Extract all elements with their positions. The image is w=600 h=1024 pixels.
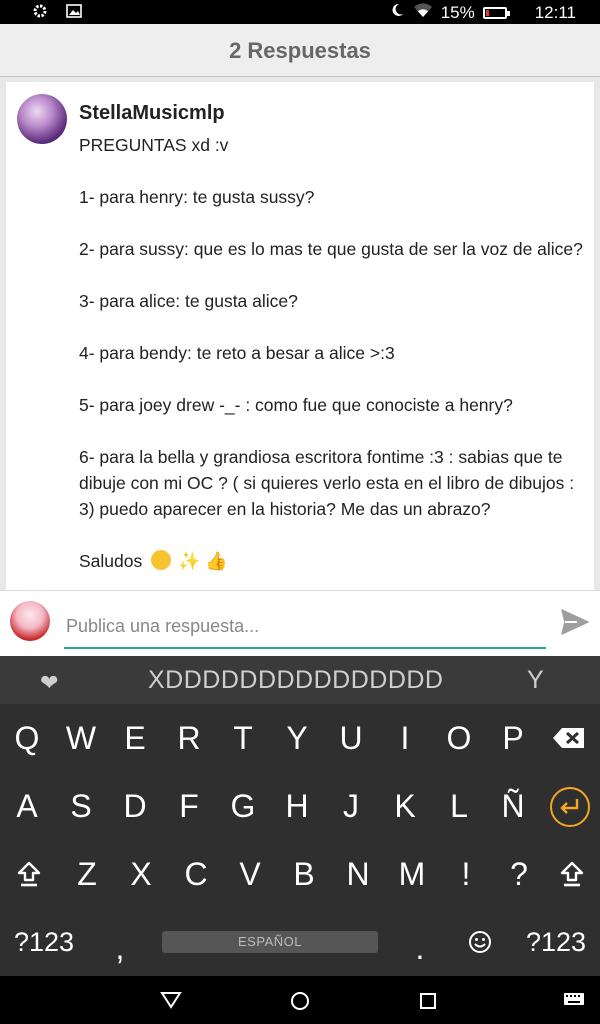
page-header: 2 Respuestas	[0, 24, 600, 77]
key-a[interactable]: A	[0, 776, 54, 836]
key-n[interactable]: N	[331, 844, 385, 904]
status-bar: 15% 12:11	[0, 0, 600, 24]
wifi-icon	[413, 2, 433, 23]
key-m[interactable]: M	[385, 844, 439, 904]
symbols-key-right[interactable]: ?123	[516, 912, 596, 972]
kiss-emoji	[151, 550, 172, 570]
clock: 12:11	[534, 2, 576, 22]
sparkles-emoji: ✨	[178, 551, 201, 571]
key-question[interactable]: ?	[492, 844, 546, 904]
key-j[interactable]: J	[324, 776, 378, 836]
key-w[interactable]: W	[54, 708, 108, 768]
home-icon[interactable]	[289, 990, 311, 1017]
key-r[interactable]: R	[162, 708, 216, 768]
key-exclaim[interactable]: !	[439, 844, 493, 904]
battery-icon	[482, 6, 510, 19]
comment-body: PREGUNTAS xd :v 1- para henry: te gusta …	[79, 132, 587, 574]
thumbs-up-emoji: 👍	[205, 551, 228, 571]
key-z[interactable]: Z	[60, 844, 114, 904]
key-f[interactable]: F	[162, 776, 216, 836]
suggestion-word[interactable]: Y	[527, 666, 544, 695]
comment-line: 1- para henry: te gusta sussy?	[79, 187, 315, 207]
comment-line: PREGUNTAS xd :v	[79, 135, 229, 155]
key-x[interactable]: X	[114, 844, 168, 904]
key-q[interactable]: Q	[0, 708, 54, 768]
suggestion-bar: ❤ XDDDDDDDDDDDDDDD Y	[0, 656, 600, 704]
key-k[interactable]: K	[378, 776, 432, 836]
moon-icon	[389, 2, 405, 23]
key-y[interactable]: Y	[270, 708, 324, 768]
page-title: 2 Respuestas	[229, 38, 371, 63]
key-g[interactable]: G	[216, 776, 270, 836]
comment-line: 6- para la bella y grandiosa escritora f…	[79, 447, 575, 519]
backspace-icon[interactable]	[542, 708, 596, 768]
key-t[interactable]: T	[216, 708, 270, 768]
key-l[interactable]: L	[432, 776, 486, 836]
symbols-key[interactable]: ?123	[4, 912, 84, 972]
shift-right-icon[interactable]	[545, 844, 599, 904]
comma-key[interactable]: ,	[93, 918, 147, 978]
comment-card: StellaMusicmlp PREGUNTAS xd :v 1- para h…	[6, 82, 594, 590]
author-name[interactable]: StellaMusicmlp	[79, 102, 225, 125]
reply-input[interactable]	[64, 605, 546, 649]
keyboard-switch-icon[interactable]	[563, 992, 585, 1013]
navigation-bar	[0, 976, 600, 1024]
comment-line: 5- para joey drew -_- : como fue que con…	[79, 395, 513, 415]
comment-line: 4- para bendy: te reto a besar a alice >…	[79, 343, 395, 363]
send-icon[interactable]	[560, 607, 590, 637]
key-v[interactable]: V	[223, 844, 277, 904]
comment-line: 3- para alice: te gusta alice?	[79, 291, 298, 311]
comment-line: 2- para sussy: que es lo mas te que gust…	[79, 239, 583, 259]
key-enye[interactable]: Ñ	[486, 776, 540, 836]
key-e[interactable]: E	[108, 708, 162, 768]
key-h[interactable]: H	[270, 776, 324, 836]
recents-icon[interactable]	[418, 991, 438, 1016]
gear-icon	[32, 3, 48, 24]
battery-percent: 15%	[440, 2, 475, 22]
key-p[interactable]: P	[486, 708, 540, 768]
space-key[interactable]: ESPAÑOL	[162, 931, 378, 953]
key-s[interactable]: S	[54, 776, 108, 836]
period-key[interactable]: .	[393, 918, 447, 978]
key-o[interactable]: O	[432, 708, 486, 768]
key-u[interactable]: U	[324, 708, 378, 768]
back-icon[interactable]	[160, 990, 182, 1015]
soft-keyboard: ❤ XDDDDDDDDDDDDDDD Y QWERTYUIOPASDFGHJKL…	[0, 656, 600, 976]
suggestion-word[interactable]: XDDDDDDDDDDDDDDD	[148, 666, 444, 695]
enter-icon[interactable]	[550, 787, 590, 827]
key-d[interactable]: D	[108, 776, 162, 836]
shift-left-icon[interactable]	[2, 844, 56, 904]
user-avatar	[10, 601, 50, 641]
heart-icon[interactable]: ❤	[40, 670, 58, 696]
key-c[interactable]: C	[169, 844, 223, 904]
greeting-text: Saludos	[79, 551, 143, 571]
reply-bar	[0, 590, 600, 656]
emoji-icon[interactable]	[453, 912, 507, 972]
key-i[interactable]: I	[378, 708, 432, 768]
battery-fill	[485, 9, 489, 16]
comment-line-greeting: Saludos ✨ 👍	[79, 548, 587, 574]
image-icon	[66, 4, 82, 23]
author-avatar[interactable]	[17, 94, 67, 144]
key-b[interactable]: B	[277, 844, 331, 904]
